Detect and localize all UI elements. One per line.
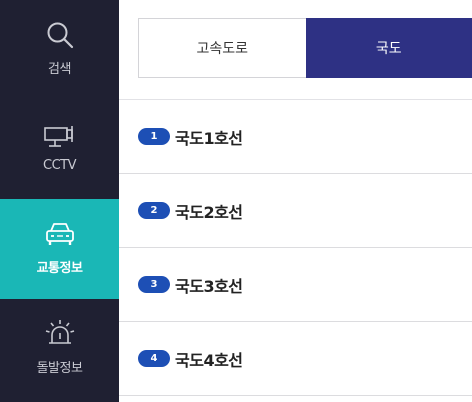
list-item[interactable]: 1 국도1호선 xyxy=(119,100,472,174)
route-number-badge: 4 xyxy=(138,350,170,367)
sidebar-item-incident-info[interactable]: 돌발정보 xyxy=(0,299,119,399)
sidebar-item-cctv[interactable]: CCTV xyxy=(0,100,119,200)
route-name: 국도3호선 xyxy=(175,276,243,296)
list-item[interactable]: 3 국도3호선 xyxy=(119,248,472,322)
alert-siren-icon xyxy=(43,319,77,349)
sidebar: 검색 CCTV 교통정보 돌발정보 xyxy=(0,0,119,402)
route-name: 국도1호선 xyxy=(175,128,243,148)
sidebar-item-traffic-info[interactable]: 교통정보 xyxy=(0,199,119,299)
road-type-tabs: 고속도로 국도 xyxy=(138,18,472,78)
sidebar-item-label: 돌발정보 xyxy=(36,361,83,376)
sidebar-item-label: CCTV xyxy=(43,158,77,173)
list-item[interactable]: 2 국도2호선 xyxy=(119,174,472,248)
route-number-badge: 1 xyxy=(138,128,170,145)
sidebar-item-label: 교통정보 xyxy=(36,261,83,276)
cctv-camera-icon xyxy=(43,120,77,150)
car-icon xyxy=(43,219,77,249)
route-name: 국도2호선 xyxy=(175,202,243,222)
route-number-badge: 2 xyxy=(138,202,170,219)
sidebar-item-label: 검색 xyxy=(48,62,71,77)
route-name: 국도4호선 xyxy=(175,350,243,370)
main-panel: 고속도로 국도 1 국도1호선 2 국도2호선 3 국도3호선 4 국도4호선 xyxy=(119,0,472,402)
route-number-badge: 3 xyxy=(138,276,170,293)
route-list: 1 국도1호선 2 국도2호선 3 국도3호선 4 국도4호선 xyxy=(119,100,472,396)
list-item[interactable]: 4 국도4호선 xyxy=(119,322,472,396)
sidebar-item-search[interactable]: 검색 xyxy=(0,0,119,100)
tab-expressway[interactable]: 고속도로 xyxy=(138,18,306,78)
tab-national-road[interactable]: 국도 xyxy=(305,18,472,78)
search-icon xyxy=(43,20,77,50)
